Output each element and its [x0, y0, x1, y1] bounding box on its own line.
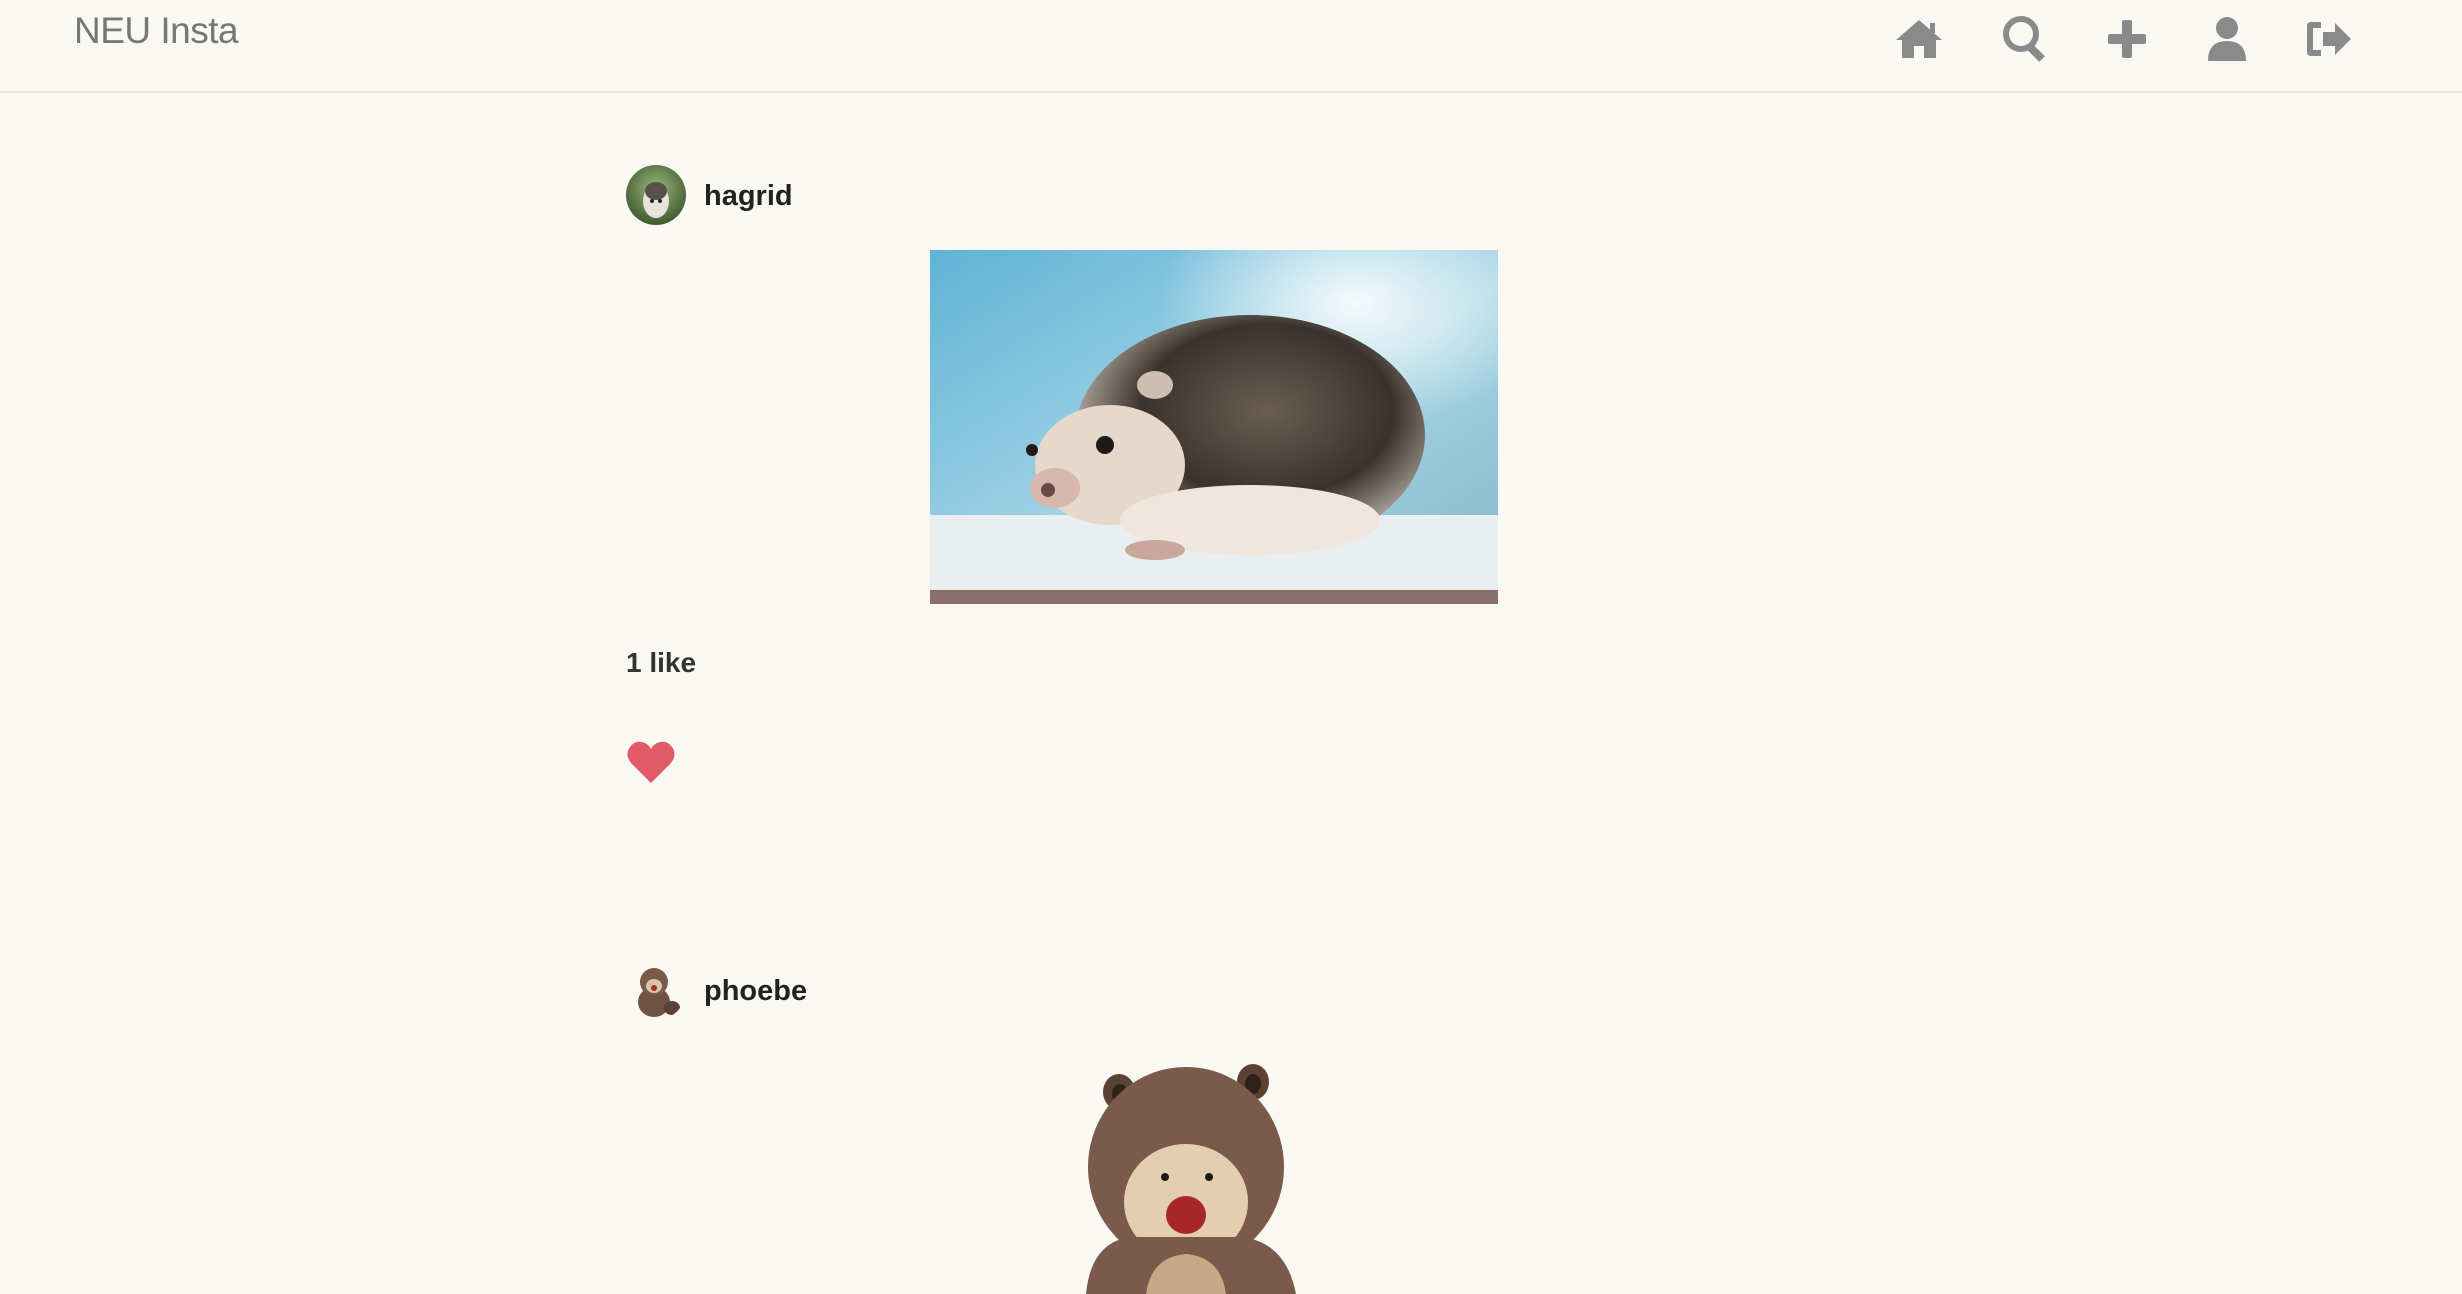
home-icon[interactable] [1890, 10, 1948, 68]
post-card: hagrid 1 like [626, 165, 1626, 805]
avatar[interactable] [626, 165, 686, 225]
sign-out-icon[interactable] [2300, 10, 2358, 68]
post-username[interactable]: hagrid [704, 180, 793, 213]
heart-icon[interactable] [626, 739, 676, 790]
plus-icon[interactable] [2098, 10, 2156, 68]
avatar[interactable] [626, 960, 686, 1020]
post-header: hagrid [626, 165, 1626, 225]
post-image[interactable] [930, 250, 1498, 604]
post-image[interactable] [1031, 1052, 1397, 1294]
post-card: phoebe [626, 960, 1626, 1294]
post-username[interactable]: phoebe [704, 975, 807, 1008]
top-navbar: NEU Insta [0, 0, 2462, 93]
user-icon[interactable] [2198, 10, 2256, 68]
likes-count: 1 like [626, 647, 697, 678]
search-icon[interactable] [1997, 10, 2055, 68]
nav-icons [0, 10, 2462, 70]
post-header: phoebe [626, 960, 1626, 1020]
